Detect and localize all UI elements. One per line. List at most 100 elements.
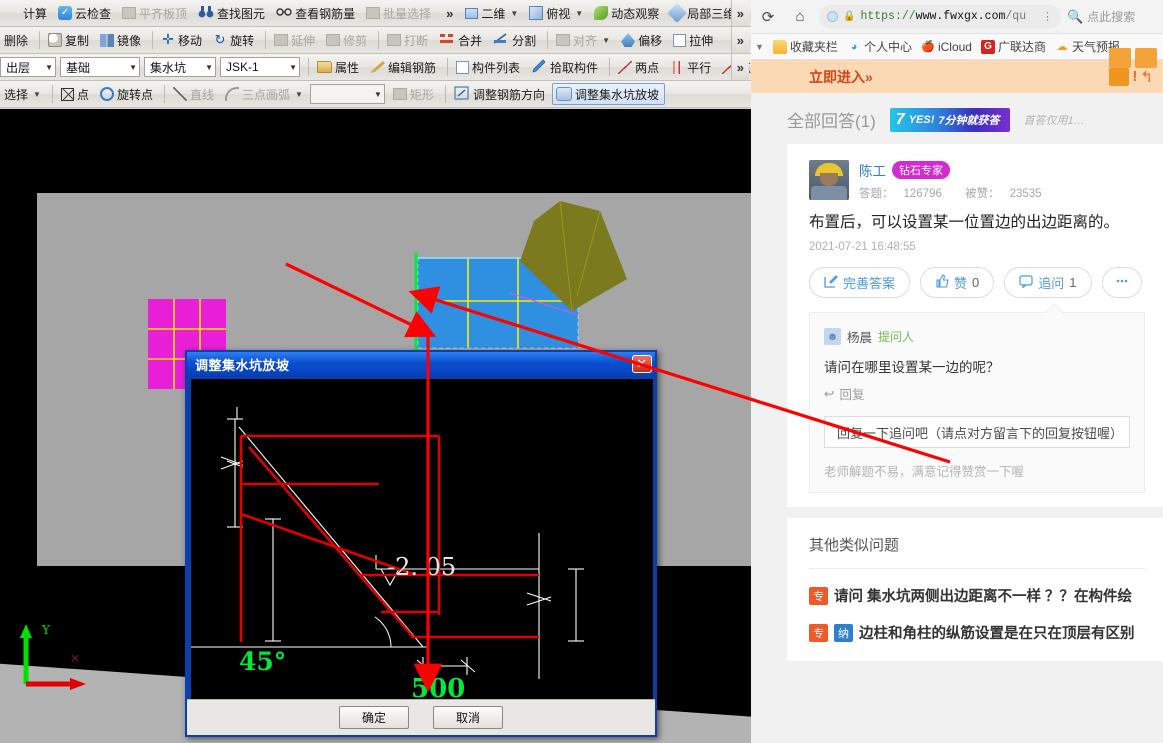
toolbar-move-button[interactable]: ✛ 移动 [157,29,208,51]
toolbar-item-label: 旋转点 [116,87,153,102]
chevron-down-icon[interactable]: ▼ [41,63,53,72]
toolbar-item-label: 选择 [4,87,29,102]
properties-button[interactable]: 属性 [313,56,365,78]
followup-button[interactable]: 追问 1 [1004,267,1092,299]
toolbar-merge-button[interactable]: 合并 [435,29,488,51]
component-list-button[interactable]: 构件列表 [452,56,526,78]
list-item[interactable]: 专 请问 集水坑两侧出边距离不一样 ？？在构件绘 [809,585,1145,606]
draw-rotate-point-button[interactable]: 旋转点 [96,83,159,105]
adjust-pit-slope-button[interactable]: 调整集水坑放坡 [551,83,665,105]
toolbar-view-2d-button[interactable]: 二维 ▼ [461,2,524,24]
toolbar-overflow-1-right[interactable]: » [730,0,749,26]
adjust-rebar-direction-icon [454,86,470,102]
reload-icon[interactable]: ⟳ [755,4,781,30]
chevron-down-icon: ▼ [602,35,611,45]
avatar[interactable] [809,160,849,200]
toolbar-item-label: 俯视 [546,6,571,21]
divider [547,31,549,49]
draw-options-combo[interactable]: ▼ [309,84,385,104]
chevron-down-icon[interactable]: ▼ [510,9,518,18]
pill-count: 0 [972,275,980,291]
home-icon[interactable]: ⌂ [787,4,813,30]
toolbar-overflow-2[interactable]: » [730,27,749,53]
toolbar-overflow-3[interactable]: » [730,54,749,80]
bookmark-favorites-bar[interactable]: 收藏夹栏 [772,38,838,55]
adjust-rebar-direction-button[interactable]: 调整钢筋方向 [450,83,551,105]
parallel-button[interactable]: 平行 [666,56,717,78]
bookmark-icloud[interactable]: 🍎 iCloud [921,40,972,54]
toolbar-stretch-button[interactable]: 拉伸 [669,29,719,51]
toolbar-offset-button[interactable]: 偏移 [617,29,668,51]
toolbar-view-rebar-qty-button[interactable]: 查看钢筋量 [272,2,361,24]
chevron-down-icon[interactable]: ▼ [575,9,583,18]
parallel-icon [670,60,685,74]
reply-label: 回复 [839,388,865,403]
component-type-combo[interactable]: 集水坑 ▼ [144,57,216,77]
bookmark-personal-center[interactable]: ◕ 个人中心 [847,38,912,55]
chevron-down-icon[interactable]: ▼ [125,63,137,72]
more-actions-button[interactable] [1101,267,1142,299]
promo-banner[interactable]: 立即进入» ! ↰ [751,60,1163,93]
toolbar-rotate-button[interactable]: ↻ 旋转 [209,29,260,51]
promo-banner-text: 立即进入» [809,68,873,85]
answers-header: 全部回答(1) 7 YES! 7分钟就获答 首答仅用1… [751,93,1163,144]
more-icon [1115,275,1129,291]
bookmark-glodon[interactable]: G 广联达商 [980,38,1046,55]
chevron-down-icon[interactable]: ▼ [33,90,41,99]
pick-component-button[interactable]: 拾取构件 [527,56,604,78]
copy-icon [48,33,63,47]
answer-card: 陈工 钻石专家 答题： 126796 被赞： 23535 布置后，可以设置某一位置边… [787,144,1163,508]
toolbar-calc-button[interactable]: 计算 [0,2,53,24]
like-button[interactable]: 赞 0 [920,267,995,299]
followup-author-role: 提问人 [878,330,915,345]
followup-author-name[interactable]: 杨晨 [847,327,872,346]
floating-action-buttons[interactable] [1109,48,1157,68]
chevron-down-icon[interactable]: ▼ [285,63,297,72]
toolbar-cloud-check-button[interactable]: ✓ 云检查 [54,2,117,24]
dialog-drawing-canvas[interactable]: -2. 05 500 45° 500 [190,378,654,703]
followup-reply-link[interactable]: ↩ 回复 [824,384,1130,403]
toolbar-item-label: 合并 [458,33,483,48]
floor-combo[interactable]: 出层 ▼ [0,57,56,77]
action-button-1[interactable] [1109,48,1131,68]
two-point-button[interactable]: 两点 [614,56,665,78]
improve-answer-button[interactable]: 完善答案 [809,267,911,299]
bookmark-label: 收藏夹栏 [789,40,838,54]
toolbar-mirror-button[interactable]: 镜像 [96,29,147,51]
combo-value: 出层 [6,60,31,75]
cancel-button[interactable]: 取消 [433,706,503,729]
toolbar-main: 计算 ✓ 云检查 平齐板顶 查找图元 查看钢筋量 批量选择 » 二维 ▼ 俯视 … [0,0,751,27]
toolbar-delete-button[interactable]: 删除 [0,29,34,51]
browser-window: ⟳ ⌂ 🔒 https://www.fwxgx.com/qu ⋮ 🔍 点此搜索 … [751,0,1163,743]
toolbar-overflow-1[interactable]: » [446,6,453,21]
action-button-2[interactable] [1135,48,1157,68]
address-bar[interactable]: 🔒 https://www.fwxgx.com/qu ⋮ [819,4,1061,29]
edit-rebar-button[interactable]: 编辑钢筋 [366,56,442,78]
adjust-pit-slope-dialog: 调整集水坑放坡 ✕ -2. 05 45° 500 确定 取消 [185,350,657,737]
chevron-down-icon[interactable]: ▼ [201,63,213,72]
ok-button[interactable]: 确定 [339,706,409,729]
component-name-combo[interactable]: JSK-1 ▼ [220,57,300,77]
divider [308,58,309,76]
search-box[interactable]: 🔍 点此搜索 [1067,5,1159,29]
expert-tag: 专 [809,586,828,605]
rotate-point-icon [99,87,114,101]
expert-tag: 专 [809,623,828,642]
category-combo[interactable]: 基础 ▼ [60,57,140,77]
toolbar-item-label: 查找图元 [217,6,266,21]
answer-author-name[interactable]: 陈工 [859,160,886,180]
chevron-down-icon[interactable]: ▼ [370,90,382,99]
toolbar-find-element-button[interactable]: 查找图元 [194,2,271,24]
reply-input[interactable]: 回复一下追问吧（请点对方留言下的回复按钮喔） [824,416,1130,449]
draw-point-button[interactable]: 点 [57,83,95,105]
toolbar-split-button[interactable]: 分割 [489,29,542,51]
chevron-down-icon[interactable]: ▼ [755,42,764,52]
toolbar-top-view-button[interactable]: 俯视 ▼ [525,2,589,24]
dialog-titlebar[interactable]: 调整集水坑放坡 ✕ [187,352,655,376]
toolbar-copy-button[interactable]: 复制 [44,29,95,51]
list-item[interactable]: 专 纳 边柱和角柱的纵筋设置是在只在顶层有区别 [809,622,1145,643]
close-icon[interactable]: ✕ [632,355,652,373]
toolbar-dynamic-observe-button[interactable]: 动态观察 [590,2,665,24]
vertical-dots-icon[interactable]: ⋮ [1042,10,1053,24]
select-mode-button[interactable]: 选择 ▼ [0,83,47,105]
